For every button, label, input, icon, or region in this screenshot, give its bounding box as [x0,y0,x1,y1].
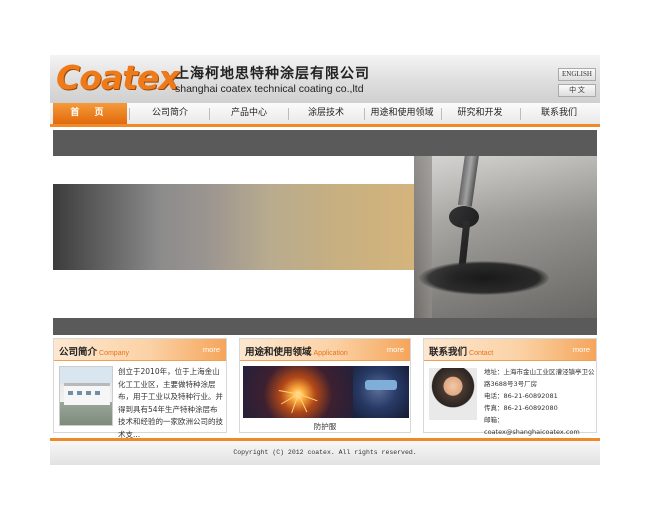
contact-address: 地址：上海市金山工业区漕泾镇亭卫公路3688号3号厂房 [484,368,595,388]
copyright-text: Copyright (C) 2012 coatex. All rights re… [233,449,417,456]
contact-fax: 传真：86-21-60892080 [484,404,558,412]
banner-top-bar [53,130,597,156]
application-panel-title: 用途和使用领域 Application [245,344,348,358]
about-summary-text[interactable]: 创立于2010年，位于上海金山化工工业区，主要做特种涂层布，用于工业以及特种行业… [118,366,224,441]
factory-window [68,391,73,395]
factory-window [77,391,82,395]
factory-photo[interactable] [59,366,113,426]
application-panel: 用途和使用领域 Application more 防护服 [239,338,411,433]
banner-bottom-bar [53,318,597,335]
application-panel-header: 用途和使用领域 Application more [240,339,410,361]
application-subtitle: Application [313,350,348,357]
spark [278,390,299,395]
welder-mask-photo[interactable] [353,366,409,418]
factory-window [86,391,91,395]
contact-panel: 联系我们 Contact more 地址：上海市金山工业区漕泾镇亭卫公路3688号… [423,338,597,436]
site-header: Coatex 上海柯地思特种涂层有限公司 shanghai coatex tec… [50,55,600,103]
support-agent-avatar [429,368,477,420]
chinese-language-button[interactable]: 中 文 [558,84,596,97]
nav-item-research[interactable]: 研究和开发 [441,103,519,124]
nav-item-products[interactable]: 产品中心 [210,103,288,124]
application-title-text: 用途和使用领域 [245,347,312,358]
site-footer: Copyright (C) 2012 coatex. All rights re… [50,438,600,465]
company-name-cn: 上海柯地思特种涂层有限公司 [175,66,370,82]
contact-more-link[interactable]: more [573,345,590,354]
contact-phone: 电话：86-21-60892081 [484,392,558,400]
hero-banner[interactable] [53,130,597,335]
nav-item-home[interactable]: 首 页 [53,103,127,124]
english-language-button[interactable]: ENGLISH [558,68,596,81]
mask-visor [365,380,397,390]
nav-item-contact[interactable]: 联系我们 [520,103,598,124]
metal-sheen [414,156,597,318]
about-subtitle: Company [99,350,129,357]
about-panel-header: 公司简介 Company more [54,339,226,361]
main-nav: 首 页 公司简介 产品中心 涂层技术 用途和使用领域 研究和开发 联系我们 [50,103,600,127]
about-panel: 公司简介 Company more 创立于2010年，位于上海金山化工工业区，主要… [53,338,227,439]
nav-item-coating-technology[interactable]: 涂层技术 [288,103,364,124]
coating-machine-photo [414,156,597,318]
contact-details: 地址：上海市金山工业区漕泾镇亭卫公路3688号3号厂房 电话：86-21-608… [484,366,596,438]
nav-item-applications[interactable]: 用途和使用领域 [364,103,440,124]
banner-gradient-stripe [53,184,414,270]
site-container: Coatex 上海柯地思特种涂层有限公司 shanghai coatex tec… [50,55,600,465]
contact-panel-title: 联系我们 Contact [429,344,493,358]
contact-subtitle: Contact [469,350,494,357]
about-title-text: 公司简介 [59,347,98,358]
coatex-logo[interactable]: Coatex [56,59,180,97]
factory-window [95,391,100,395]
nav-item-about[interactable]: 公司简介 [130,103,210,124]
company-name-en: shanghai coatex technical coating co.,lt… [175,83,364,95]
application-caption[interactable]: 防护服 [240,421,410,432]
about-panel-title: 公司简介 Company [59,344,129,358]
application-more-link[interactable]: more [387,345,404,354]
about-more-link[interactable]: more [203,345,220,354]
contact-panel-header: 联系我们 Contact more [424,339,596,361]
welding-sparks-photo[interactable] [243,366,353,418]
contact-title-text: 联系我们 [429,347,468,358]
contact-email[interactable]: 邮箱：coatex@shanghaicoatex.com [484,414,596,438]
